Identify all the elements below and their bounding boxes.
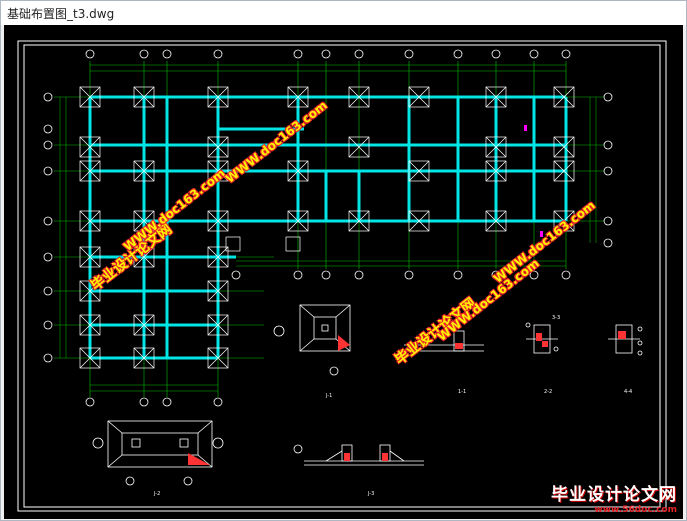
grid-bubbles-right [603, 92, 613, 248]
detail-4-4-hatch [618, 331, 626, 339]
label-1-1: 1-1 [458, 389, 466, 395]
section-labels: J-1 1-1 2-2 4-4 J-2 J-3 3-3 [153, 315, 632, 497]
logo-url: www.56doc.com [594, 505, 677, 515]
detail-4-4 [608, 324, 643, 356]
logo-text: 毕业设计论文网 [551, 485, 677, 505]
drawing-canvas[interactable]: J-1 1-1 2-2 4-4 J-2 J-3 3-3 毕业设计论文网 WWW.… [4, 25, 683, 519]
label-j1: J-1 [325, 393, 332, 399]
grid-bubbles-left [43, 92, 53, 363]
detail-j3-hatch [344, 453, 388, 461]
label-j2: J-2 [153, 491, 160, 497]
grid-bubbles-top [85, 49, 571, 59]
grid-lines-horizontal [54, 96, 604, 359]
window-title: 基础布置图_t3.dwg [7, 6, 115, 21]
detail-1-1-hatch [455, 343, 463, 349]
label-j3: J-3 [367, 491, 374, 497]
detail-j2 [92, 420, 224, 486]
label-2-2: 2-2 [544, 389, 552, 395]
label-3-3: 3-3 [552, 315, 560, 321]
detail-2-2-hatch [536, 333, 548, 347]
detail-j1-hatch [338, 335, 350, 351]
cad-viewer-window: 基础布置图_t3.dwg J-1 1-1 2-2 4-4 J-2 J-3 3-3… [0, 0, 687, 521]
title-bar: 基础布置图_t3.dwg [1, 1, 686, 25]
site-logo: 毕业设计论文网 www.56doc.com [551, 480, 677, 515]
label-4-4: 4-4 [624, 389, 632, 395]
detail-j3 [293, 444, 424, 466]
